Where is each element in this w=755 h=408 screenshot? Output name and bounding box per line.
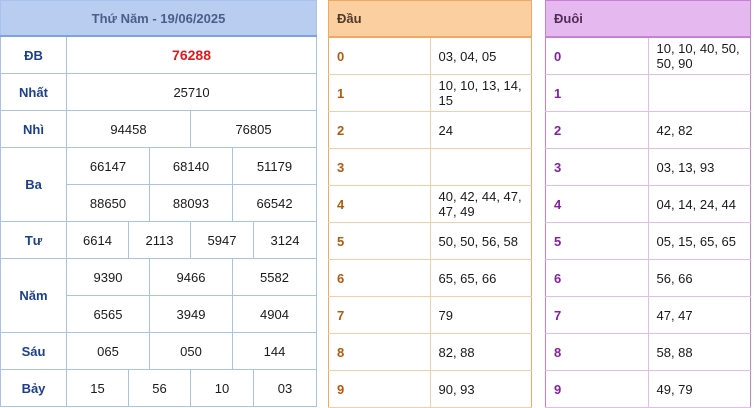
prize-label-sau: Sáu <box>0 332 67 370</box>
prize-label-bay: Bảy <box>0 369 67 407</box>
prize-value: 3124 <box>252 221 318 259</box>
dau-values: 10, 10, 13, 14, 15 <box>430 74 532 112</box>
prize-value: 6565 <box>66 295 150 333</box>
dau-header: Đầu <box>328 0 532 38</box>
dau-key: 7 <box>328 296 431 334</box>
duoi-header: Đuôi <box>545 0 751 38</box>
prize-value: 66542 <box>231 184 318 222</box>
dau-key: 0 <box>328 37 431 75</box>
results-date-header: Thứ Năm - 19/06/2025 <box>0 0 318 37</box>
dau-values: 03, 04, 05 <box>430 37 532 75</box>
prize-value: 76805 <box>189 110 318 148</box>
prize-value: 66147 <box>66 147 150 185</box>
duoi-values: 58, 88 <box>648 333 751 371</box>
duoi-key: 2 <box>545 111 649 149</box>
prize-label-db: ĐB <box>0 35 67 74</box>
duoi-values: 49, 79 <box>648 370 751 408</box>
duoi-values: 56, 66 <box>648 259 751 297</box>
prize-value: 03 <box>252 369 318 407</box>
dau-key: 2 <box>328 111 431 149</box>
duoi-key: 0 <box>545 37 649 75</box>
duoi-values <box>648 74 751 112</box>
prize-value: 5947 <box>190 221 254 259</box>
dau-table: Đầu 0 03, 04, 05 1 10, 10, 13, 14, 15 2 24 … <box>328 0 532 408</box>
prize-value: 065 <box>66 332 150 370</box>
dau-key: 9 <box>328 370 431 408</box>
dau-key: 5 <box>328 222 431 260</box>
duoi-values: 04, 14, 24, 44 <box>648 185 751 223</box>
dau-values: 24 <box>430 111 532 149</box>
prize-value: 10 <box>190 369 254 407</box>
duoi-key: 5 <box>545 222 649 260</box>
special-prize-value: 76288 <box>65 35 318 74</box>
dau-key: 6 <box>328 259 431 297</box>
results-table: Thứ Năm - 19/06/2025 ĐB 76288 Nhất 25710… <box>0 0 318 407</box>
prize-label-nam: Năm <box>0 258 67 333</box>
dau-values: 50, 50, 56, 58 <box>430 222 532 260</box>
prize-value: 5582 <box>231 258 318 296</box>
duoi-key: 4 <box>545 185 649 223</box>
prize-value: 88093 <box>149 184 233 222</box>
prize-value: 2113 <box>128 221 191 259</box>
prize-value: 25710 <box>65 73 318 111</box>
duoi-table: Đuôi 0 10, 10, 40, 50, 50, 90 1 2 42, 82 3… <box>545 0 751 408</box>
duoi-key: 8 <box>545 333 649 371</box>
duoi-values: 42, 82 <box>648 111 751 149</box>
dau-values: 90, 93 <box>430 370 532 408</box>
prize-value: 3949 <box>149 295 233 333</box>
prize-label-nhi: Nhì <box>0 110 67 148</box>
prize-label-tu: Tư <box>0 221 67 259</box>
prize-value: 56 <box>128 369 191 407</box>
prize-value: 6614 <box>66 221 129 259</box>
dau-values: 79 <box>430 296 532 334</box>
duoi-key: 1 <box>545 74 649 112</box>
prize-value: 9390 <box>66 258 150 296</box>
dau-key: 4 <box>328 185 431 223</box>
duoi-values: 03, 13, 93 <box>648 148 751 186</box>
prize-value: 9466 <box>149 258 233 296</box>
prize-label-ba: Ba <box>0 147 67 222</box>
prize-value: 51179 <box>231 147 318 185</box>
duoi-key: 7 <box>545 296 649 334</box>
dau-values: 65, 65, 66 <box>430 259 532 297</box>
dau-key: 3 <box>328 148 431 186</box>
prize-value: 94458 <box>66 110 191 148</box>
dau-values: 40, 42, 44, 47, 47, 49 <box>430 185 532 223</box>
prize-value: 144 <box>231 332 318 370</box>
prize-value: 88650 <box>66 184 150 222</box>
dau-key: 1 <box>328 74 431 112</box>
duoi-values: 47, 47 <box>648 296 751 334</box>
duoi-values: 10, 10, 40, 50, 50, 90 <box>648 37 751 75</box>
duoi-values: 05, 15, 65, 65 <box>648 222 751 260</box>
duoi-key: 6 <box>545 259 649 297</box>
dau-key: 8 <box>328 333 431 371</box>
prize-value: 4904 <box>231 295 318 333</box>
prize-value: 050 <box>149 332 233 370</box>
prize-value: 68140 <box>149 147 233 185</box>
prize-label-nhat: Nhất <box>0 73 67 111</box>
dau-values: 82, 88 <box>430 333 532 371</box>
duoi-key: 9 <box>545 370 649 408</box>
prize-value: 15 <box>66 369 129 407</box>
duoi-key: 3 <box>545 148 649 186</box>
dau-values <box>430 148 532 186</box>
